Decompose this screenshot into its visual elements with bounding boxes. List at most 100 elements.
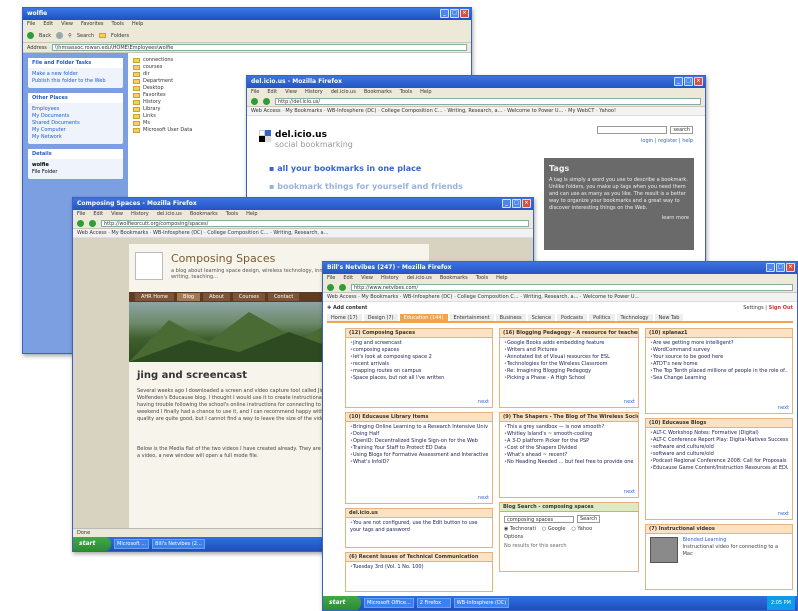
composing-titlebar[interactable]: Composing Spaces - Mozilla Firefox _ □ × [73, 198, 533, 210]
list-item[interactable]: This a grey sandbox — is now smooth? [504, 424, 634, 431]
video-title[interactable]: Blended Learning [683, 537, 788, 544]
list-item[interactable]: Ms [133, 120, 192, 127]
list-item[interactable]: What's InfoID? [350, 459, 488, 466]
menu-tools[interactable]: Tools [476, 275, 488, 282]
nav-courses[interactable]: Courses [232, 293, 265, 301]
next-link[interactable]: next [624, 489, 635, 495]
list-item[interactable]: Cost of the Shapers Divided [504, 445, 634, 452]
start-button[interactable]: start [323, 596, 361, 610]
blog-search-input[interactable]: composing spaces [504, 515, 574, 523]
tab-politics[interactable]: Politics [589, 314, 615, 321]
menu-bookmarks[interactable]: Bookmarks [440, 275, 468, 282]
forward-icon[interactable] [56, 32, 64, 39]
menu-bookmarks[interactable]: Bookmarks [190, 211, 218, 218]
list-item[interactable]: Writers and Pictures [504, 347, 634, 354]
list-item[interactable]: Links [133, 113, 192, 120]
place-employees[interactable]: Employees [32, 106, 119, 112]
close-icon[interactable]: × [460, 9, 469, 18]
taskbar-item[interactable]: Microsoft Office... [364, 598, 414, 608]
list-item[interactable]: mapping routes on campus [350, 368, 488, 375]
list-item[interactable]: Tuesday 3rd (Vol. 1 No. 100) [350, 564, 488, 571]
tab-technology[interactable]: Technology [616, 314, 653, 321]
settings-link[interactable]: Settings [743, 305, 764, 311]
list-item[interactable]: A 3-D platform Picker for the PSP [504, 438, 634, 445]
list-item[interactable]: Technologies for the Wireless Classroom [504, 361, 634, 368]
list-item[interactable]: Your source to be good here [650, 354, 788, 361]
bookmark-link[interactable]: Web Access [251, 108, 281, 114]
other-title[interactable]: Other Places [28, 93, 123, 103]
close-icon[interactable]: × [522, 199, 531, 208]
list-item[interactable]: dir [133, 71, 192, 78]
video-thumbnail[interactable] [650, 537, 678, 563]
back-button[interactable]: Back [39, 33, 51, 39]
bookmark-link[interactable]: Writing, Research, a... [447, 108, 502, 114]
list-item[interactable]: No Heading Needed ... but feel free to p… [504, 459, 634, 466]
menu-history[interactable]: History [381, 275, 399, 282]
account-links[interactable]: login | register | help [641, 138, 693, 144]
tab-science[interactable]: Science [527, 314, 556, 321]
place-shared-documents[interactable]: Shared Documents [32, 120, 119, 126]
list-item[interactable]: Training Your Staff to Protect ED Data [350, 445, 488, 452]
list-item[interactable]: What's ahead ~ recent? [504, 452, 634, 459]
minimize-icon[interactable]: _ [674, 77, 683, 86]
list-item[interactable]: software and culture/old [650, 451, 788, 458]
list-item[interactable]: Picking a Phase - A High School [504, 375, 634, 382]
list-item[interactable]: Annotated list of Visual resources for E… [504, 354, 634, 361]
bookmark-link[interactable]: My WebCT [568, 108, 594, 114]
forward-icon[interactable] [89, 220, 96, 227]
maximize-icon[interactable]: □ [512, 199, 521, 208]
blog-logo[interactable] [135, 252, 163, 280]
netvibes-titlebar[interactable]: Bill's Netvibes (247) - Mozilla Firefox … [323, 262, 797, 274]
minimize-icon[interactable]: _ [502, 199, 511, 208]
menu-tools[interactable]: Tools [112, 21, 124, 28]
list-item[interactable]: Sea Change Learning [650, 375, 788, 382]
url-input[interactable]: http://www.netvibes.com/ [351, 284, 793, 291]
back-icon[interactable] [251, 98, 258, 105]
bookmark-link[interactable]: Writing, Research, a... [523, 294, 578, 300]
bookmark-link[interactable]: College Composition C... [381, 108, 442, 114]
list-item[interactable]: Educause Game Content/Instruction Resour… [650, 465, 788, 472]
list-item[interactable]: software and culture/old [650, 444, 788, 451]
list-item[interactable]: Using Blogs for Formative Assessment and… [350, 452, 488, 459]
search-button[interactable]: search [670, 126, 693, 134]
url-input[interactable]: http://del.icio.us/ [275, 98, 701, 105]
menu-history[interactable]: History [305, 89, 323, 96]
menu-view[interactable]: View [61, 21, 73, 28]
radio-technorati[interactable]: ◉ Technorati [504, 526, 536, 532]
menu-edit[interactable]: Edit [93, 211, 103, 218]
nav-about[interactable]: About [203, 293, 230, 301]
list-item[interactable]: Space places, but not all I've written [350, 375, 488, 382]
list-item[interactable]: ATDT's new home [650, 361, 788, 368]
menu-file[interactable]: File [251, 89, 259, 96]
blog-search-button[interactable]: Search [577, 515, 601, 523]
search-button[interactable]: Search [77, 33, 94, 39]
radio-yahoo[interactable]: ○ Yahoo [571, 526, 592, 532]
widget-title[interactable]: (7) Instructional videos [646, 525, 792, 534]
list-item[interactable]: Department [133, 78, 192, 85]
list-item[interactable]: Doing Half [350, 431, 488, 438]
sign-out-link[interactable]: Sign Out [769, 305, 793, 311]
nav-blog[interactable]: Blog [177, 293, 201, 301]
tasks-title[interactable]: File and Folder Tasks [28, 58, 123, 68]
menu-file[interactable]: File [77, 211, 85, 218]
tab-business[interactable]: Business [495, 314, 526, 321]
close-icon[interactable]: × [786, 263, 795, 272]
back-icon[interactable] [77, 220, 84, 227]
menu-file[interactable]: File [27, 21, 35, 28]
menu-delicious[interactable]: del.icio.us [157, 211, 182, 218]
radio-google[interactable]: ○ Google [542, 526, 566, 532]
address-input[interactable]: \\hmsassoc.rowan.edu\HOME\Employees\wolf… [51, 44, 467, 51]
menu-edit[interactable]: Edit [343, 275, 353, 282]
forward-icon[interactable] [339, 284, 346, 291]
list-item[interactable]: Re: Imagining Blogging Pedagogy [504, 368, 634, 375]
menu-file[interactable]: File [327, 275, 335, 282]
tab-home[interactable]: Home (17) [327, 314, 362, 321]
details-title[interactable]: Details [28, 149, 123, 159]
bookmark-link[interactable]: My Bookmarks [285, 108, 322, 114]
delicious-titlebar[interactable]: del.icio.us - Mozilla Firefox _ □ × [247, 76, 705, 88]
tab-entertainment[interactable]: Entertainment [449, 314, 494, 321]
list-item[interactable]: jing and screencast [350, 340, 488, 347]
place-my-network[interactable]: My Network [32, 134, 119, 140]
menu-edit[interactable]: Edit [43, 21, 53, 28]
list-item[interactable]: ALT-C Workshop Notes: Formative (Digital… [650, 430, 788, 437]
